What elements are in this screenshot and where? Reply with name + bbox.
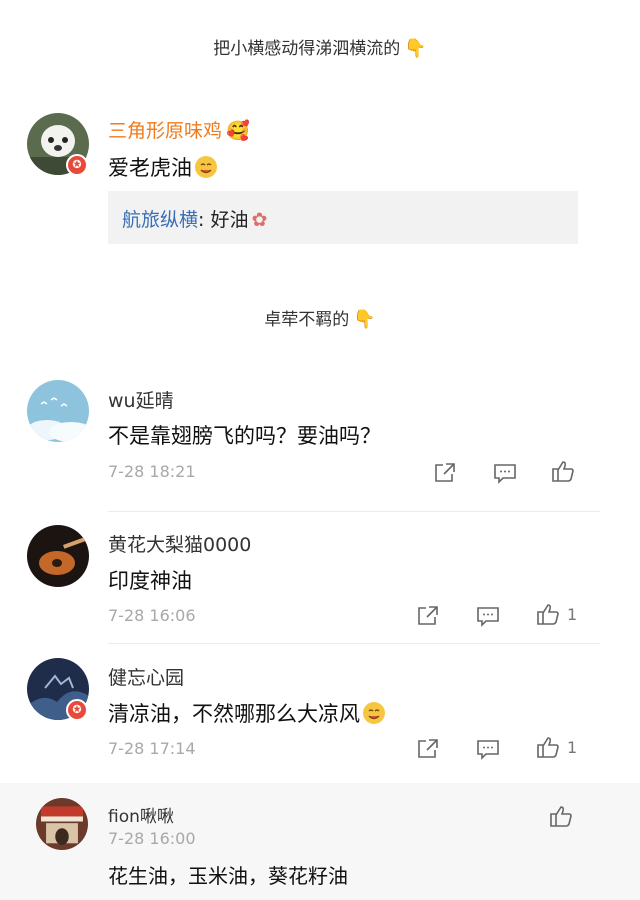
share-icon[interactable] (415, 603, 441, 629)
comment-text: 清凉油，不然哪那么大凉风 (108, 698, 386, 728)
comment-username[interactable]: 三角形原味鸡 🥰 (108, 116, 250, 143)
reply-username[interactable]: 航旅纵横 (122, 209, 198, 231)
point-down-emoji-icon: 👇 (404, 38, 427, 59)
share-icon[interactable] (415, 736, 441, 762)
yum-face-icon (362, 701, 386, 725)
flower-icon: ✿ (251, 209, 268, 231)
thumbs-up-icon[interactable] (548, 803, 574, 829)
thumbs-up-icon[interactable] (535, 734, 561, 760)
like-count: 1 (567, 738, 578, 757)
crown-face-icon: 🥰 (226, 120, 250, 142)
avatar[interactable] (27, 380, 89, 442)
comment-text: 印度神油 (108, 569, 192, 593)
caption-first: 把小横感动得涕泗横流的 👇 (0, 34, 640, 59)
comment-time: 7-28 16:00 (108, 829, 196, 848)
divider (108, 511, 600, 512)
caption-second: 卓荦不羁的 👇 (0, 305, 640, 330)
comment-icon[interactable] (475, 603, 501, 629)
comment-text-content: 爱老虎油 (108, 156, 192, 180)
thumbs-up-icon[interactable] (550, 458, 576, 484)
username-text: 三角形原味鸡 (108, 120, 223, 142)
comment-username[interactable]: 健忘心园 (108, 663, 184, 690)
divider (108, 643, 600, 644)
thumbs-up-icon[interactable] (535, 601, 561, 627)
avatar[interactable] (27, 525, 89, 587)
point-down-emoji-icon: 👇 (353, 309, 376, 330)
comment-text-content: 清凉油，不然哪那么大凉风 (108, 702, 360, 726)
comment-icon[interactable] (475, 736, 501, 762)
comment-time: 7-28 16:06 (108, 606, 196, 625)
comment-username[interactable]: wu延晴 (108, 386, 174, 413)
reply-text: 好油 (210, 209, 249, 231)
avatar[interactable] (36, 798, 88, 850)
comment-username[interactable]: fion啾啾 (108, 802, 174, 827)
caption-second-text: 卓荦不羁的 (264, 310, 350, 330)
comment-text: 爱老虎油 (108, 152, 218, 182)
comment-text: 不是靠翅膀飞的吗？要油吗？ (108, 424, 381, 448)
comment-time: 7-28 17:14 (108, 739, 196, 758)
reply-separator: : (198, 209, 211, 231)
reply-box[interactable]: 航旅纵横: 好油 ✿ (108, 191, 578, 244)
caption-first-text: 把小横感动得涕泗横流的 (213, 39, 401, 59)
comment-text: 花生油，玉米油，葵花籽油 (108, 864, 348, 888)
like-count: 1 (567, 605, 578, 624)
comment-username[interactable]: 黄花大梨猫0000 (108, 530, 251, 557)
yum-face-icon (194, 155, 218, 179)
share-icon[interactable] (432, 460, 458, 486)
comment-icon[interactable] (492, 460, 518, 486)
verified-badge-icon: ✪ (66, 699, 88, 721)
comment-time: 7-28 18:21 (108, 462, 196, 481)
verified-badge-icon: ✪ (66, 154, 88, 176)
